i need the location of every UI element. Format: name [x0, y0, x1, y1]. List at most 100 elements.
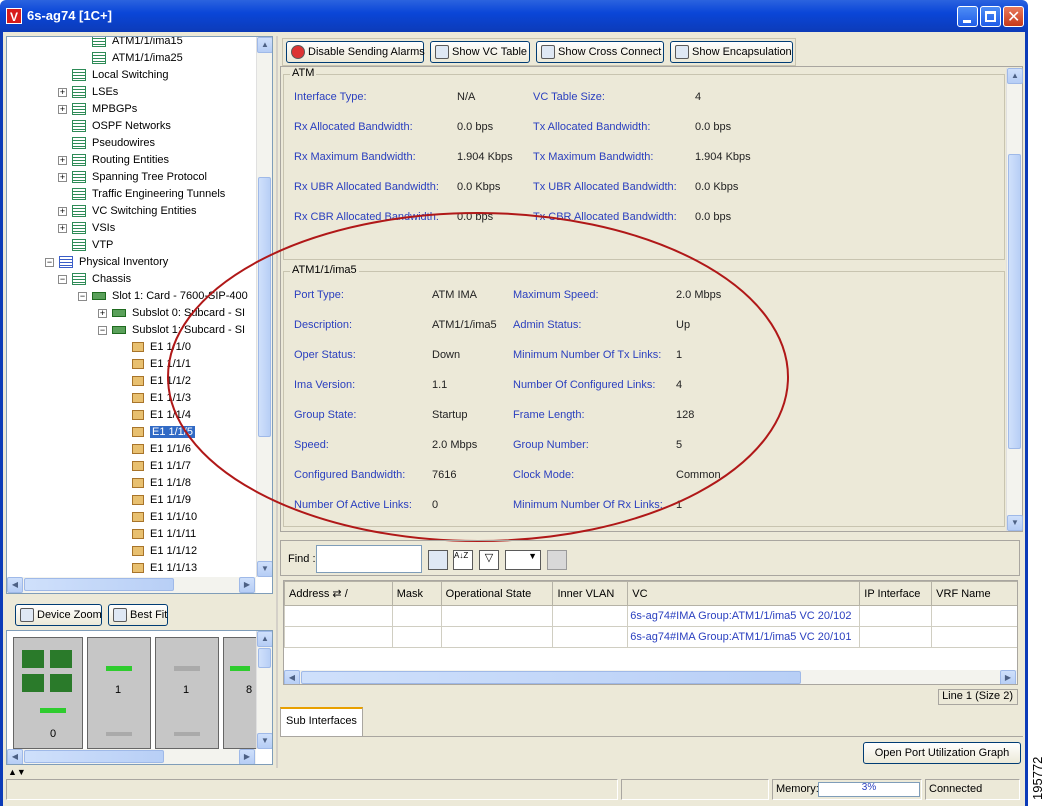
scroll-up-icon[interactable]: ▲	[257, 37, 272, 53]
rack-slot-3[interactable]: 8	[223, 637, 257, 749]
tree-item[interactable]: E1 1/1/13	[132, 560, 197, 576]
table-cell	[931, 605, 1017, 627]
tree-hscroll[interactable]: ◀ ▶	[7, 577, 256, 593]
tree-item[interactable]: ATM1/1/ima25	[92, 50, 183, 66]
table-hscroll[interactable]: ◀ ▶	[284, 670, 1017, 684]
scroll-down-icon[interactable]: ▼	[1007, 515, 1023, 531]
node-icon	[72, 222, 86, 235]
column-header[interactable]: IP Interface	[859, 581, 933, 606]
atm-group-title: ATM	[290, 67, 317, 79]
table-cell	[859, 605, 933, 627]
expand-toggle-icon[interactable]: +	[98, 309, 107, 318]
columns-dropdown-icon[interactable]: ▼	[505, 550, 541, 570]
tree-item[interactable]: Physical Inventory	[59, 254, 168, 270]
device-scroll-thumb[interactable]	[258, 648, 271, 668]
device-zoom-button[interactable]: Device Zoom	[15, 604, 102, 626]
tab-sub-interfaces[interactable]: Sub Interfaces	[280, 707, 363, 737]
expand-toggle-icon[interactable]: −	[78, 292, 87, 301]
best-fit-button[interactable]: Best Fit	[108, 604, 168, 626]
device-view: 0 1 1 8 ▲ ▼ ◀ ▶	[6, 630, 273, 765]
tree-item[interactable]: Chassis	[72, 271, 131, 287]
expand-toggle-icon[interactable]: +	[58, 156, 67, 165]
scroll-up-icon[interactable]: ▲	[1007, 68, 1023, 84]
scroll-right-icon[interactable]: ▶	[1000, 670, 1016, 684]
properties-scroll-thumb[interactable]	[1008, 154, 1021, 449]
rack-slot-1[interactable]: 1	[87, 637, 151, 749]
device-hscroll[interactable]: ◀ ▶	[7, 749, 256, 764]
property-value: 1.904 Kbps	[695, 151, 751, 163]
device-vscroll[interactable]: ▲ ▼	[256, 631, 272, 749]
table-cell	[284, 605, 393, 627]
rack-label: 1	[115, 684, 122, 696]
expand-toggle-icon[interactable]: +	[58, 105, 67, 114]
expand-toggle-icon[interactable]: +	[58, 88, 67, 97]
scroll-right-icon[interactable]: ▶	[239, 749, 255, 764]
table-row[interactable]: 6s-ag74#IMA Group:ATM1/1/ima5 VC 20/101	[284, 626, 1017, 648]
tree-item[interactable]: VSIs	[72, 220, 115, 236]
property-label: Rx Allocated Bandwidth:	[294, 121, 413, 133]
column-header[interactable]: Operational State	[440, 581, 554, 606]
rack-slot-0[interactable]: 0	[13, 637, 83, 749]
scroll-left-icon[interactable]: ◀	[284, 670, 300, 684]
show-vc-table-button[interactable]: Show VC Table	[430, 41, 530, 63]
tree-item[interactable]: OSPF Networks	[72, 118, 171, 134]
scroll-up-icon[interactable]: ▲	[257, 631, 272, 647]
show-cross-connect-button[interactable]: Show Cross Connect	[536, 41, 664, 63]
column-header[interactable]: Address ⇄ /	[284, 581, 393, 606]
property-value: 0.0 Kbps	[695, 181, 739, 193]
column-header[interactable]: Mask	[391, 581, 442, 606]
sort-az-icon[interactable]: A↓Z	[453, 550, 473, 570]
sub-interfaces-table: Address ⇄ / Mask Operational State Inner VL…	[283, 580, 1018, 685]
disable-sending-alarms-button[interactable]: Disable Sending Alarms	[286, 41, 425, 63]
property-label: Interface Type:	[294, 91, 367, 103]
splitter-arrows-icon[interactable]: ▲▼	[8, 767, 26, 777]
table-cell	[391, 626, 442, 648]
device-hscroll-thumb[interactable]	[24, 750, 164, 763]
column-header[interactable]: VRF Name	[931, 581, 1017, 606]
expand-toggle-icon[interactable]: +	[58, 207, 67, 216]
column-header[interactable]: VC	[627, 581, 861, 606]
table-cell	[440, 605, 554, 627]
node-icon	[72, 103, 86, 116]
property-value: 1.904 Kbps	[457, 151, 513, 163]
table-cell	[931, 626, 1017, 648]
find-input[interactable]	[316, 545, 422, 573]
tree-item[interactable]: ATM1/1/ima15	[92, 37, 183, 49]
scroll-down-icon[interactable]: ▼	[257, 561, 272, 577]
window-title: 6s-ag74 [1C+]	[27, 8, 112, 23]
scroll-right-icon[interactable]: ▶	[239, 577, 255, 593]
expand-toggle-icon[interactable]: +	[58, 224, 67, 233]
expand-toggle-icon[interactable]: −	[58, 275, 67, 284]
filter-icon[interactable]: ▽	[479, 550, 499, 570]
rack-slot-2[interactable]: 1	[155, 637, 219, 749]
export-icon[interactable]	[547, 550, 567, 570]
maximize-button[interactable]	[980, 6, 1001, 27]
show-encapsulation-button[interactable]: Show Encapsulation	[670, 41, 793, 63]
tree-item[interactable]: Pseudowires	[72, 135, 155, 151]
table-row[interactable]: 6s-ag74#IMA Group:ATM1/1/ima5 VC 20/102	[284, 605, 1017, 627]
tree-item[interactable]: Local Switching	[72, 67, 168, 83]
properties-vscroll[interactable]: ▲ ▼	[1006, 68, 1023, 531]
table-hscroll-thumb[interactable]	[301, 671, 801, 684]
port-icon	[132, 376, 144, 387]
tree-item[interactable]: Routing Entities	[72, 152, 169, 168]
tree-item[interactable]: MPBGPs	[72, 101, 137, 117]
tree-item[interactable]: LSEs	[72, 84, 118, 100]
scroll-down-icon[interactable]: ▼	[257, 733, 272, 749]
tree-item[interactable]: Spanning Tree Protocol	[72, 169, 207, 185]
expand-toggle-icon[interactable]: −	[45, 258, 54, 267]
minimize-button[interactable]	[957, 6, 978, 27]
tree-item[interactable]: VTP	[72, 237, 113, 253]
scroll-left-icon[interactable]: ◀	[7, 577, 23, 593]
table-cell: 6s-ag74#IMA Group:ATM1/1/ima5 VC 20/101	[627, 626, 861, 648]
expand-toggle-icon[interactable]: +	[58, 173, 67, 182]
expand-toggle-icon[interactable]: −	[98, 326, 107, 335]
tree-item-label: VTP	[92, 239, 114, 251]
node-icon	[59, 256, 73, 269]
save-icon[interactable]	[428, 550, 448, 570]
column-header[interactable]: Inner VLAN	[552, 581, 629, 606]
close-button[interactable]: ✕	[1003, 6, 1024, 27]
tree-hscroll-thumb[interactable]	[24, 578, 174, 591]
open-port-utilization-button[interactable]: Open Port Utilization Graph	[863, 742, 1021, 764]
scroll-left-icon[interactable]: ◀	[7, 749, 23, 764]
